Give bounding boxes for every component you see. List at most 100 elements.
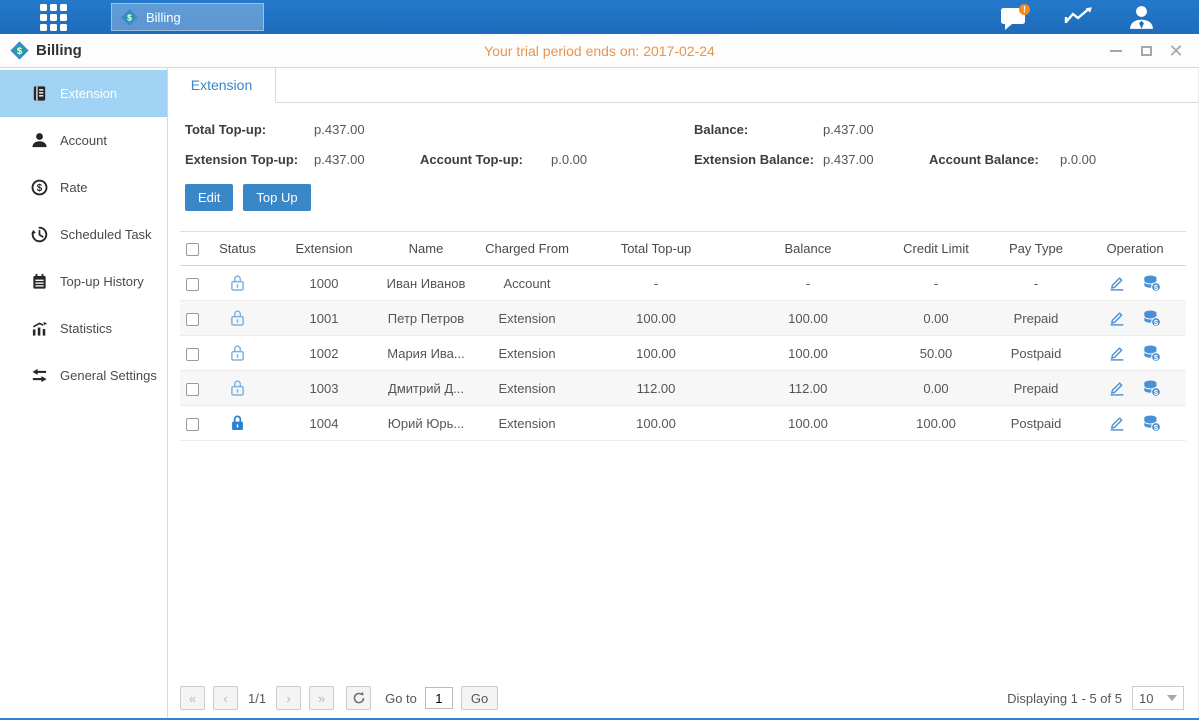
window-controls: ✕ (1109, 44, 1199, 58)
user-account-icon[interactable] (1128, 4, 1155, 31)
page-indicator: 1/1 (248, 691, 266, 706)
summary-stats: Total Top-up: p.437.00 Extension Top-up:… (168, 103, 1198, 167)
minimize-icon[interactable] (1109, 44, 1123, 58)
row-checkbox[interactable] (186, 418, 199, 431)
go-button[interactable]: Go (461, 686, 498, 710)
select-all-checkbox[interactable] (186, 243, 199, 256)
cell-pay-type: - (988, 266, 1084, 301)
trial-notice: Your trial period ends on: 2017-02-24 (0, 43, 1199, 59)
cell-status (205, 266, 270, 301)
edit-icon[interactable] (1109, 345, 1125, 361)
action-buttons: Edit Top Up (168, 167, 1198, 211)
extension-top-up-value: p.437.00 (314, 152, 420, 167)
edit-icon[interactable] (1109, 310, 1125, 326)
edit-icon[interactable] (1109, 415, 1125, 431)
total-top-up-value: p.437.00 (314, 122, 420, 137)
extension-balance-label: Extension Balance: (694, 152, 823, 167)
refresh-button[interactable] (346, 686, 371, 710)
prev-page-button[interactable]: ‹ (213, 686, 238, 710)
extension-table: StatusExtensionNameCharged FromTotal Top… (180, 231, 1186, 441)
row-checkbox[interactable] (186, 348, 199, 361)
page-size-select[interactable]: 10 (1132, 686, 1184, 710)
maximize-icon[interactable] (1139, 44, 1153, 58)
taskbar-tab-billing[interactable]: $ Billing (111, 3, 264, 31)
edit-icon[interactable] (1109, 275, 1125, 291)
app-grid-button[interactable] (35, 0, 71, 34)
lock-open-icon (230, 274, 245, 292)
window-titlebar: $ Billing Your trial period ends on: 201… (0, 34, 1199, 68)
app-body: ExtensionAccount$RateScheduled TaskTop-u… (0, 68, 1199, 718)
cell-select (180, 266, 205, 301)
cell-select (180, 406, 205, 441)
window-title-group: $ Billing (0, 41, 82, 60)
top-up-button[interactable]: Top Up (243, 184, 310, 211)
cell-extension: 1000 (270, 266, 378, 301)
sidebar: Extension Account$RateScheduled TaskTop-u… (0, 68, 168, 718)
close-icon[interactable]: ✕ (1169, 44, 1183, 58)
sidebar-item-label: Statistics (60, 321, 112, 336)
extension-balance-value: p.437.00 (823, 152, 929, 167)
top-up-icon[interactable]: $ (1143, 380, 1161, 397)
edit-icon[interactable] (1109, 380, 1125, 396)
table-body: 1000Иван ИвановAccount----$1001Петр Петр… (180, 266, 1186, 441)
cell-total-top-up: 100.00 (580, 336, 732, 371)
cell-status (205, 336, 270, 371)
column-header: Credit Limit (884, 232, 988, 266)
displaying-text: Displaying 1 - 5 of 5 (1007, 691, 1122, 706)
tab-extension[interactable]: Extension (168, 68, 276, 103)
tabbar: Extension (168, 68, 1198, 103)
sidebar-item-scheduled-task[interactable]: Scheduled Task (0, 211, 167, 258)
cell-total-top-up: 100.00 (580, 301, 732, 336)
sidebar-item-statistics[interactable]: Statistics (0, 305, 167, 352)
top-up-icon[interactable]: $ (1143, 415, 1161, 432)
next-page-button[interactable]: › (276, 686, 301, 710)
row-checkbox[interactable] (186, 313, 199, 326)
table-row: 1003Дмитрий Д...Extension112.00112.000.0… (180, 371, 1186, 406)
sidebar-item-label: Extension (60, 86, 117, 101)
last-page-button[interactable]: » (309, 686, 334, 710)
cell-operation: $ (1084, 406, 1186, 441)
messages-icon[interactable]: ! (1000, 4, 1030, 30)
top-up-icon[interactable]: $ (1143, 345, 1161, 362)
extension-icon (30, 85, 48, 102)
row-checkbox[interactable] (186, 278, 199, 291)
cell-pay-type: Prepaid (988, 301, 1084, 336)
cell-extension: 1003 (270, 371, 378, 406)
balance-value: p.437.00 (823, 122, 929, 137)
account-top-up-label: Account Top-up: (420, 152, 551, 167)
top-up-icon[interactable]: $ (1143, 275, 1161, 292)
sidebar-item-top-up-history[interactable]: Top-up History (0, 258, 167, 305)
cell-credit-limit: 50.00 (884, 336, 988, 371)
cell-charged-from: Extension (474, 336, 580, 371)
first-page-button[interactable]: « (180, 686, 205, 710)
cell-operation: $ (1084, 266, 1186, 301)
cell-balance: 100.00 (732, 301, 884, 336)
taskbar: $ Billing ! (0, 0, 1199, 34)
cell-status (205, 301, 270, 336)
pagination-bar: « ‹ 1/1 › » Go to Go Displaying 1 - 5 of… (168, 686, 1198, 718)
page-size-value: 10 (1139, 691, 1153, 706)
sidebar-item-extension[interactable]: Extension (0, 70, 167, 117)
sidebar-item-account[interactable]: Account (0, 117, 167, 164)
table-row: 1004Юрий Юрь...Extension100.00100.00100.… (180, 406, 1186, 441)
svg-text:$: $ (127, 12, 132, 22)
sidebar-item-rate[interactable]: $Rate (0, 164, 167, 211)
billing-window-icon: $ (10, 41, 29, 60)
cell-pay-type: Postpaid (988, 336, 1084, 371)
column-header: Status (205, 232, 270, 266)
sidebar-item-general-settings[interactable]: General Settings (0, 352, 167, 399)
goto-page-input[interactable] (425, 687, 453, 709)
general-settings-icon (30, 367, 48, 384)
cell-name: Юрий Юрь... (378, 406, 474, 441)
svg-text:$: $ (36, 183, 42, 194)
cell-total-top-up: 112.00 (580, 371, 732, 406)
taskbar-icons: ! (1000, 4, 1199, 31)
billing-app-icon: $ (121, 9, 138, 26)
edit-button[interactable]: Edit (185, 184, 233, 211)
cell-credit-limit: 100.00 (884, 406, 988, 441)
top-up-icon[interactable]: $ (1143, 310, 1161, 327)
lock-closed-icon (230, 414, 245, 432)
cell-charged-from: Extension (474, 301, 580, 336)
reports-chart-icon[interactable] (1064, 6, 1094, 28)
row-checkbox[interactable] (186, 383, 199, 396)
